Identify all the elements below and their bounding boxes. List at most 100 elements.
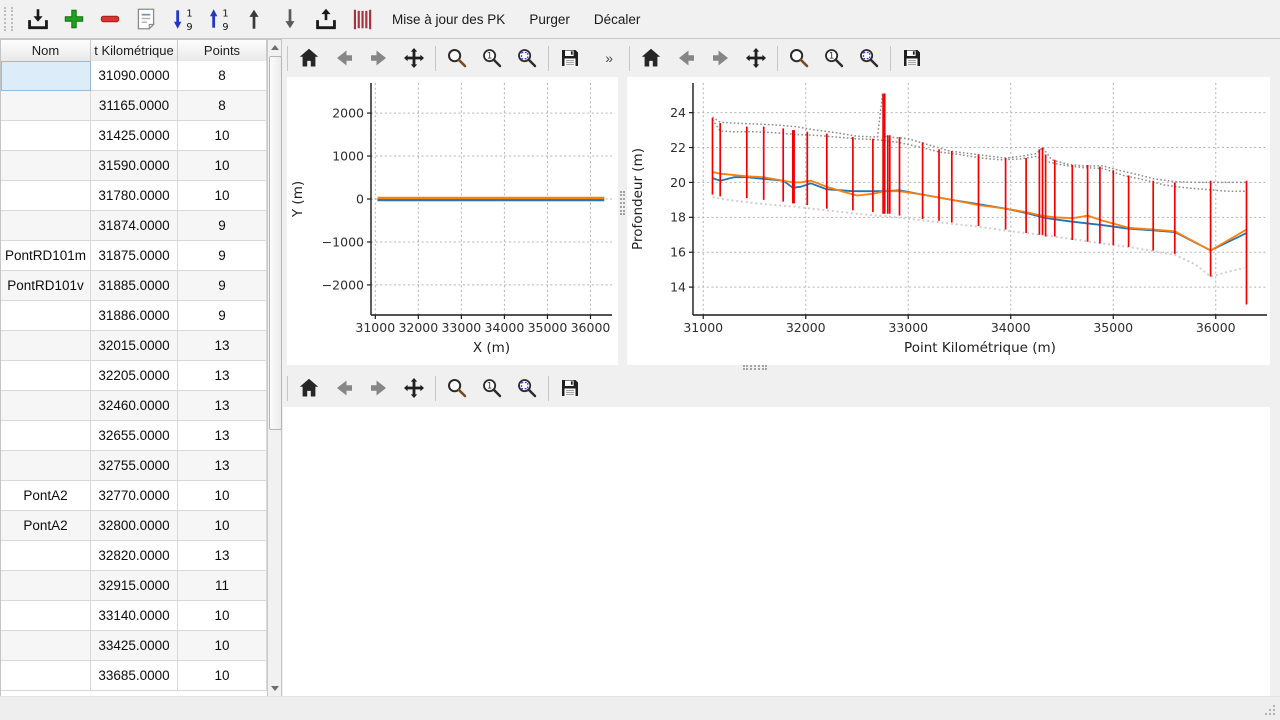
- cell-nom[interactable]: [1, 451, 91, 481]
- cell-point-kilometrique[interactable]: 31425.0000: [91, 121, 178, 151]
- cell-point-kilometrique[interactable]: 33685.0000: [91, 661, 178, 691]
- save-button[interactable]: [556, 374, 584, 402]
- cell-points[interactable]: 10: [178, 511, 267, 541]
- export-button[interactable]: [309, 3, 343, 35]
- table-scrollbar[interactable]: [267, 40, 281, 696]
- zoom-button[interactable]: [443, 44, 471, 72]
- scrollbar-thumb[interactable]: [269, 56, 282, 430]
- scroll-down-arrow[interactable]: [268, 681, 281, 696]
- empty-plot-canvas[interactable]: [283, 407, 1270, 696]
- cell-points[interactable]: 13: [178, 451, 267, 481]
- cell-points[interactable]: 10: [178, 661, 267, 691]
- cell-point-kilometrique[interactable]: 33140.0000: [91, 601, 178, 631]
- pan-button[interactable]: [400, 374, 428, 402]
- pan-button[interactable]: [400, 44, 428, 72]
- cell-point-kilometrique[interactable]: 32755.0000: [91, 451, 178, 481]
- cell-point-kilometrique[interactable]: 31886.0000: [91, 301, 178, 331]
- move-up-button[interactable]: [237, 3, 271, 35]
- add-button[interactable]: [57, 3, 91, 35]
- forward-button[interactable]: [365, 44, 393, 72]
- zoom-selection-button[interactable]: [513, 44, 541, 72]
- cell-nom[interactable]: PontRD101m: [1, 241, 91, 271]
- cell-nom[interactable]: [1, 151, 91, 181]
- cell-points[interactable]: 10: [178, 631, 267, 661]
- cell-point-kilometrique[interactable]: 31875.0000: [91, 241, 178, 271]
- cell-nom[interactable]: [1, 181, 91, 211]
- cell-point-kilometrique[interactable]: 32915.0000: [91, 571, 178, 601]
- zoom-original-button[interactable]: 1: [478, 374, 506, 402]
- cell-nom[interactable]: [1, 301, 91, 331]
- zoom-original-button[interactable]: 1: [820, 44, 848, 72]
- cell-nom[interactable]: [1, 421, 91, 451]
- cell-nom[interactable]: [1, 361, 91, 391]
- shift-button[interactable]: Décaler: [583, 6, 652, 33]
- cell-points[interactable]: 13: [178, 331, 267, 361]
- zoom-selection-button[interactable]: [855, 44, 883, 72]
- cell-nom[interactable]: [1, 601, 91, 631]
- import-button[interactable]: [21, 3, 55, 35]
- cell-points[interactable]: 9: [178, 301, 267, 331]
- cell-nom[interactable]: [1, 61, 91, 91]
- cell-points[interactable]: 9: [178, 271, 267, 301]
- cell-point-kilometrique[interactable]: 31165.0000: [91, 91, 178, 121]
- cell-point-kilometrique[interactable]: 32205.0000: [91, 361, 178, 391]
- cell-point-kilometrique[interactable]: 31780.0000: [91, 181, 178, 211]
- cell-point-kilometrique[interactable]: 31590.0000: [91, 151, 178, 181]
- cell-points[interactable]: 10: [178, 181, 267, 211]
- header-point-kilometrique[interactable]: t Kilométrique: [91, 40, 178, 61]
- zoom-button[interactable]: [785, 44, 813, 72]
- cell-point-kilometrique[interactable]: 32655.0000: [91, 421, 178, 451]
- cell-points[interactable]: 11: [178, 571, 267, 601]
- remove-button[interactable]: [93, 3, 127, 35]
- purge-button[interactable]: Purger: [518, 6, 581, 33]
- scroll-up-arrow[interactable]: [268, 40, 281, 55]
- toolbar-drag-handle[interactable]: [4, 7, 13, 31]
- cell-point-kilometrique[interactable]: 32800.0000: [91, 511, 178, 541]
- cell-nom[interactable]: [1, 541, 91, 571]
- home-button[interactable]: [637, 44, 665, 72]
- cell-points[interactable]: 9: [178, 241, 267, 271]
- forward-button[interactable]: [365, 374, 393, 402]
- profiles-button[interactable]: [345, 3, 379, 35]
- back-button[interactable]: [330, 374, 358, 402]
- vertical-splitter[interactable]: [617, 39, 627, 367]
- forward-button[interactable]: [707, 44, 735, 72]
- zoom-button[interactable]: [443, 374, 471, 402]
- header-points[interactable]: Points: [178, 40, 267, 61]
- cell-nom[interactable]: PontRD101v: [1, 271, 91, 301]
- cell-nom[interactable]: [1, 91, 91, 121]
- home-button[interactable]: [295, 374, 323, 402]
- cell-points[interactable]: 9: [178, 211, 267, 241]
- cell-points[interactable]: 8: [178, 91, 267, 121]
- pan-button[interactable]: [742, 44, 770, 72]
- cell-points[interactable]: 10: [178, 481, 267, 511]
- cell-point-kilometrique[interactable]: 32770.0000: [91, 481, 178, 511]
- cell-points[interactable]: 13: [178, 361, 267, 391]
- cell-point-kilometrique[interactable]: 32820.0000: [91, 541, 178, 571]
- cell-nom[interactable]: [1, 661, 91, 691]
- zoom-original-button[interactable]: 1: [478, 44, 506, 72]
- cell-points[interactable]: 10: [178, 151, 267, 181]
- back-button[interactable]: [672, 44, 700, 72]
- sort-ascending-button[interactable]: 1 9: [201, 3, 235, 35]
- cell-points[interactable]: 10: [178, 121, 267, 151]
- cell-nom[interactable]: [1, 631, 91, 661]
- cell-points[interactable]: 13: [178, 541, 267, 571]
- cell-points[interactable]: 10: [178, 601, 267, 631]
- cell-point-kilometrique[interactable]: 32015.0000: [91, 331, 178, 361]
- cell-nom[interactable]: [1, 121, 91, 151]
- cell-point-kilometrique[interactable]: 31885.0000: [91, 271, 178, 301]
- resize-grip[interactable]: [1264, 704, 1277, 717]
- profile-plot-canvas[interactable]: 3100032000330003400035000360001416182022…: [627, 77, 1270, 365]
- cell-nom[interactable]: [1, 391, 91, 421]
- cell-point-kilometrique[interactable]: 32460.0000: [91, 391, 178, 421]
- cell-point-kilometrique[interactable]: 31874.0000: [91, 211, 178, 241]
- cell-nom[interactable]: [1, 571, 91, 601]
- sort-descending-button[interactable]: 1 9: [165, 3, 199, 35]
- save-button[interactable]: [556, 44, 584, 72]
- horizontal-splitter[interactable]: [283, 365, 1280, 371]
- cell-nom[interactable]: PontA2: [1, 481, 91, 511]
- cell-point-kilometrique[interactable]: 33425.0000: [91, 631, 178, 661]
- cell-nom[interactable]: [1, 331, 91, 361]
- update-pk-button[interactable]: Mise à jour des PK: [381, 6, 516, 33]
